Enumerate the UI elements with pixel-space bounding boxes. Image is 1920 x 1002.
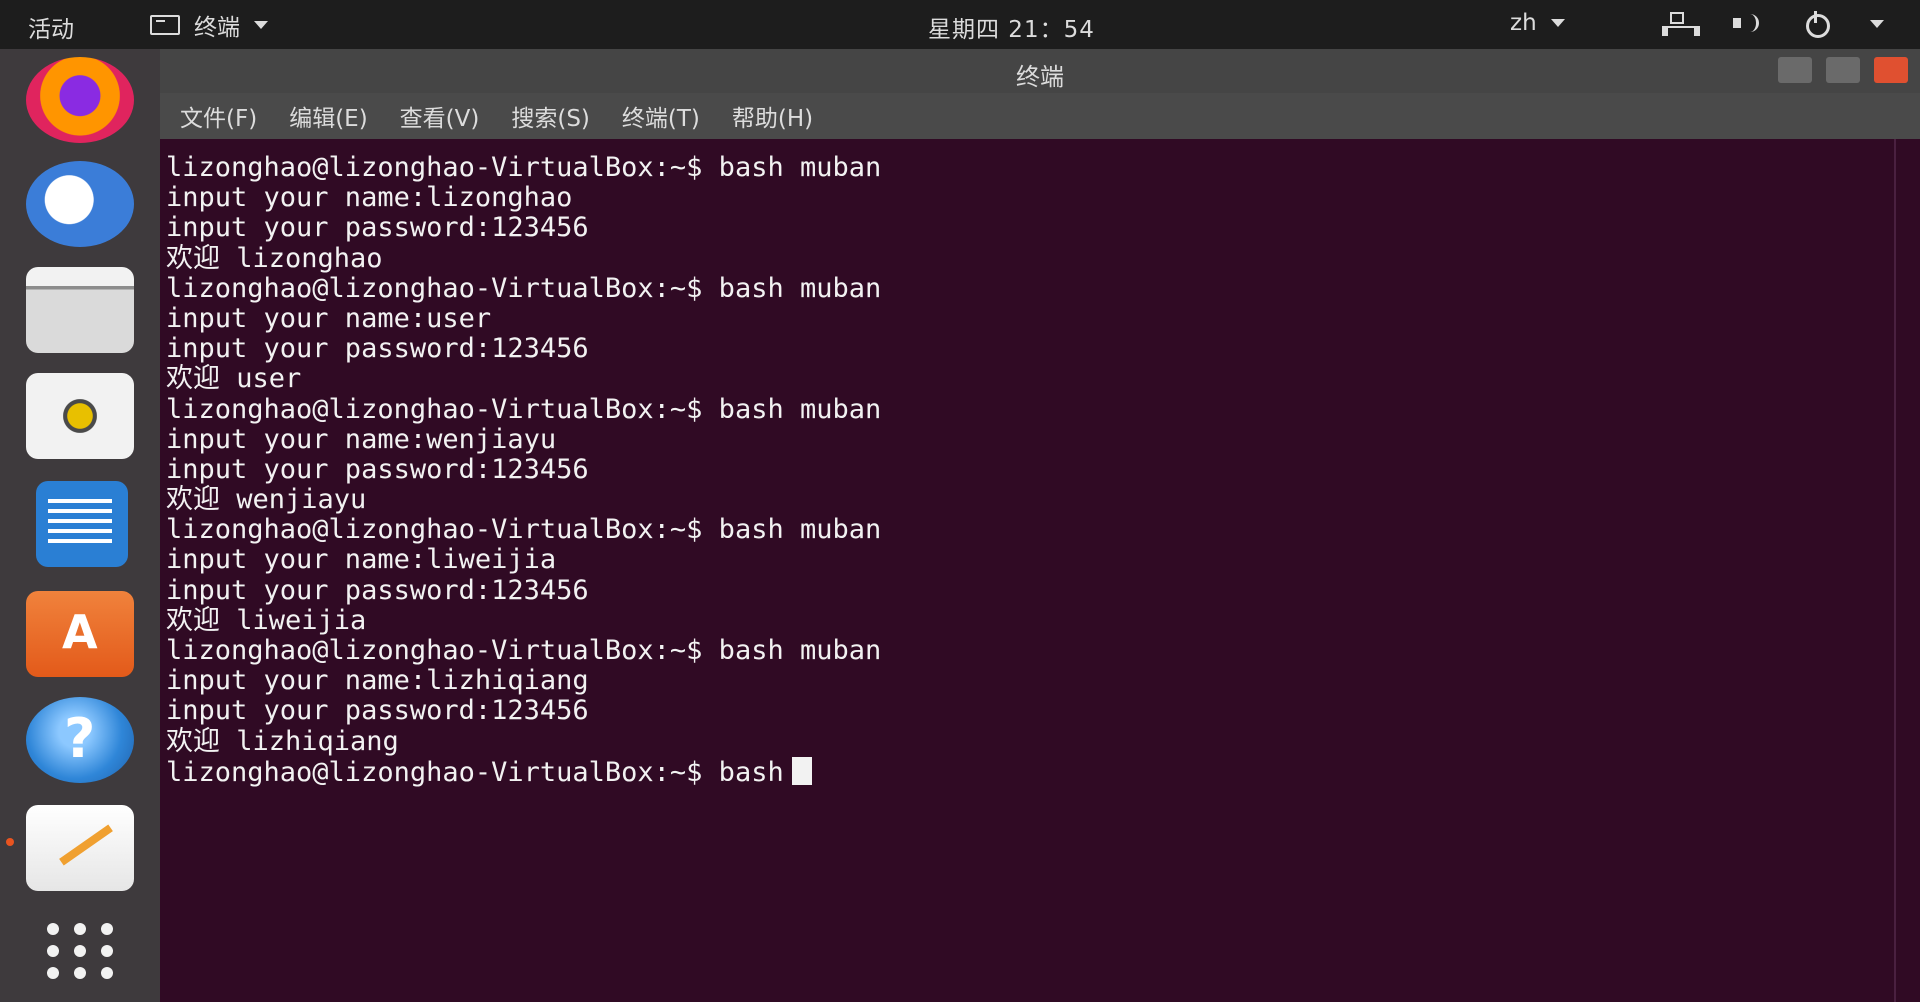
terminal-line: 欢迎 lizonghao (166, 242, 383, 274)
text-cursor (791, 756, 812, 785)
terminal-line: lizonghao@lizonghao-VirtualBox:~$ bash m… (166, 152, 882, 183)
terminal-window: 终端 文件(F) 编辑(E) 查看(V) 搜索(S) 终端(T) 帮助(H) l… (160, 49, 1920, 1002)
terminal-scrollbar[interactable] (1894, 139, 1920, 1002)
volume-icon[interactable] (1730, 10, 1762, 38)
terminal-icon (150, 15, 180, 35)
files-icon[interactable] (26, 267, 134, 353)
app-menu-label: 终端 (194, 15, 240, 41)
terminal-line: input your password:123456 (166, 695, 589, 727)
terminal-output[interactable]: lizonghao@lizonghao-VirtualBox:~$ bash m… (160, 139, 1894, 1002)
input-method-indicator[interactable]: zh (1510, 10, 1565, 36)
terminal-line: input your name:user (166, 302, 492, 334)
menu-search[interactable]: 搜索(S) (511, 99, 590, 133)
minimize-button[interactable] (1778, 57, 1812, 83)
window-titlebar[interactable]: 终端 (160, 49, 1920, 93)
clock[interactable]: 星期四 21：54 (928, 10, 1095, 44)
menu-bar: 文件(F) 编辑(E) 查看(V) 搜索(S) 终端(T) 帮助(H) (160, 93, 1920, 139)
input-method-label: zh (1510, 10, 1537, 36)
menu-help[interactable]: 帮助(H) (732, 99, 813, 133)
terminal-line: lizonghao@lizonghao-VirtualBox:~$ bash m… (166, 514, 882, 546)
apps-grid-icon[interactable] (42, 921, 118, 981)
terminal-line: input your name:lizhiqiang (166, 665, 589, 697)
chevron-down-icon (254, 21, 268, 29)
firefox-icon[interactable] (26, 57, 134, 143)
writer-icon[interactable] (36, 481, 128, 567)
terminal-line: input your password:123456 (166, 212, 589, 244)
menu-terminal[interactable]: 终端(T) (622, 99, 700, 133)
text-editor-icon[interactable] (26, 805, 134, 891)
terminal-line: 欢迎 wenjiayu (166, 484, 367, 516)
window-title: 终端 (1016, 63, 1064, 91)
terminal-line: input your password:123456 (166, 574, 589, 606)
thunderbird-icon[interactable] (26, 161, 134, 247)
terminal-line: lizonghao@lizonghao-VirtualBox:~$ bash m… (166, 635, 882, 666)
menu-view[interactable]: 查看(V) (400, 99, 480, 133)
terminal-line: input your password:123456 (166, 453, 589, 485)
app-menu[interactable]: 终端 (150, 8, 268, 42)
menu-edit[interactable]: 编辑(E) (289, 99, 367, 133)
help-icon[interactable] (26, 697, 134, 783)
network-icon[interactable] (1660, 10, 1700, 38)
chevron-down-icon[interactable] (1870, 20, 1884, 28)
terminal-current-line[interactable]: lizonghao@lizonghao-VirtualBox:~$ bash (166, 756, 1894, 788)
power-icon[interactable] (1800, 10, 1832, 38)
terminal-line: 欢迎 lizhiqiang (166, 725, 399, 757)
system-tray (1660, 10, 1884, 38)
top-bar: 活动 终端 星期四 21：54 zh (0, 0, 1920, 49)
terminal-line: lizonghao@lizonghao-VirtualBox:~$ bash m… (166, 393, 882, 425)
terminal-line: 欢迎 liweijia (166, 604, 367, 636)
terminal-line: input your password:123456 (166, 333, 589, 365)
running-indicator (6, 838, 14, 846)
software-icon[interactable] (26, 591, 134, 677)
activities-button[interactable]: 活动 (28, 10, 74, 44)
terminal-line: input your name:liweijia (166, 544, 557, 576)
rhythmbox-icon[interactable] (26, 373, 134, 459)
terminal-line: 欢迎 user (166, 363, 302, 395)
terminal-line: input your name:lizonghao (166, 182, 573, 214)
terminal-prompt: lizonghao@lizonghao-VirtualBox:~$ bash (166, 756, 784, 788)
terminal-line: lizonghao@lizonghao-VirtualBox:~$ bash m… (166, 272, 882, 304)
chevron-down-icon (1550, 19, 1565, 27)
maximize-button[interactable] (1826, 57, 1860, 83)
menu-file[interactable]: 文件(F) (180, 99, 257, 133)
close-button[interactable] (1874, 57, 1908, 83)
terminal-line: input your name:wenjiayu (166, 423, 557, 455)
dock (0, 49, 160, 1002)
